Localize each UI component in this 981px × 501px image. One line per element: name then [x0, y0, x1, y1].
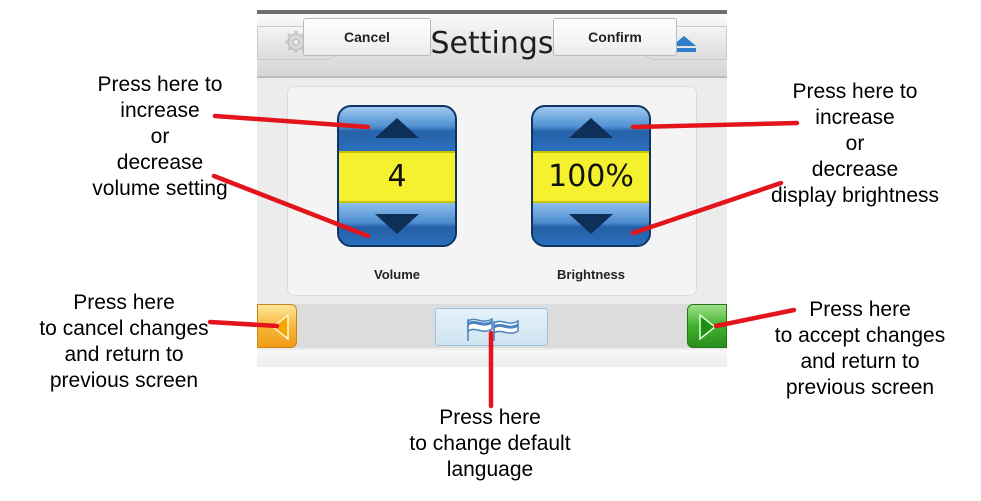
callout-line: previous screen: [49, 369, 199, 392]
callout-line: increase: [120, 99, 200, 122]
callout-line: to cancel changes: [39, 317, 209, 340]
volume-up-button[interactable]: [339, 107, 455, 151]
volume-down-button[interactable]: [339, 203, 455, 245]
back-button[interactable]: [257, 304, 297, 348]
callout-line: decrease: [116, 151, 204, 174]
triangle-down-icon: [375, 214, 419, 234]
callout-line: Press here to: [792, 80, 918, 103]
volume-label: Volume: [374, 267, 420, 282]
callout-line: or: [150, 125, 170, 148]
confirm-button[interactable]: Confirm: [553, 18, 677, 56]
callout-line: previous screen: [785, 376, 935, 399]
brightness-spinner-body: 100%: [531, 105, 651, 247]
callout-line: and return to: [64, 343, 184, 366]
volume-spinner-body: 4: [337, 105, 457, 247]
brightness-value: 100%: [533, 151, 649, 203]
volume-value: 4: [339, 151, 455, 203]
triangle-down-icon: [569, 214, 613, 234]
callout-line: increase: [815, 106, 895, 129]
language-callout: Press here to change default language: [370, 405, 610, 483]
callout-line: Press here: [439, 406, 541, 429]
callout-line: Press here: [73, 291, 175, 314]
brightness-label: Brightness: [557, 267, 625, 282]
cancel-callout: Press here to cancel changes and return …: [4, 290, 244, 394]
callout-line: to accept changes: [774, 324, 946, 347]
callout-line: display brightness: [770, 184, 940, 207]
footer-strip: [257, 350, 727, 367]
forward-button[interactable]: [687, 304, 727, 348]
callout-line: volume setting: [92, 177, 228, 200]
language-button[interactable]: [435, 308, 548, 346]
flags-icon: [467, 317, 519, 341]
arrow-left-icon: [271, 313, 289, 341]
cancel-button[interactable]: Cancel: [303, 18, 431, 56]
triangle-up-icon: [375, 118, 419, 138]
arrow-right-icon: [699, 313, 717, 341]
brightness-callout: Press here to increase or decrease displ…: [735, 79, 975, 209]
volume-callout: Press here to increase or decrease volum…: [55, 72, 265, 202]
device-screen: Settings 4 Volume 100% Brightness Cancel…: [257, 10, 727, 367]
brightness-spinner: 100%: [531, 105, 651, 247]
triangle-up-icon: [569, 118, 613, 138]
confirm-callout: Press here to accept changes and return …: [742, 297, 978, 401]
brightness-down-button[interactable]: [533, 203, 649, 245]
brightness-up-button[interactable]: [533, 107, 649, 151]
callout-line: Press here to: [97, 73, 223, 96]
callout-line: and return to: [800, 350, 920, 373]
volume-spinner: 4: [337, 105, 457, 247]
callout-line: decrease: [811, 158, 899, 181]
callout-line: to change default: [409, 432, 571, 455]
callout-line: Press here: [809, 298, 911, 321]
callout-line: or: [845, 132, 865, 155]
callout-line: language: [446, 458, 534, 481]
